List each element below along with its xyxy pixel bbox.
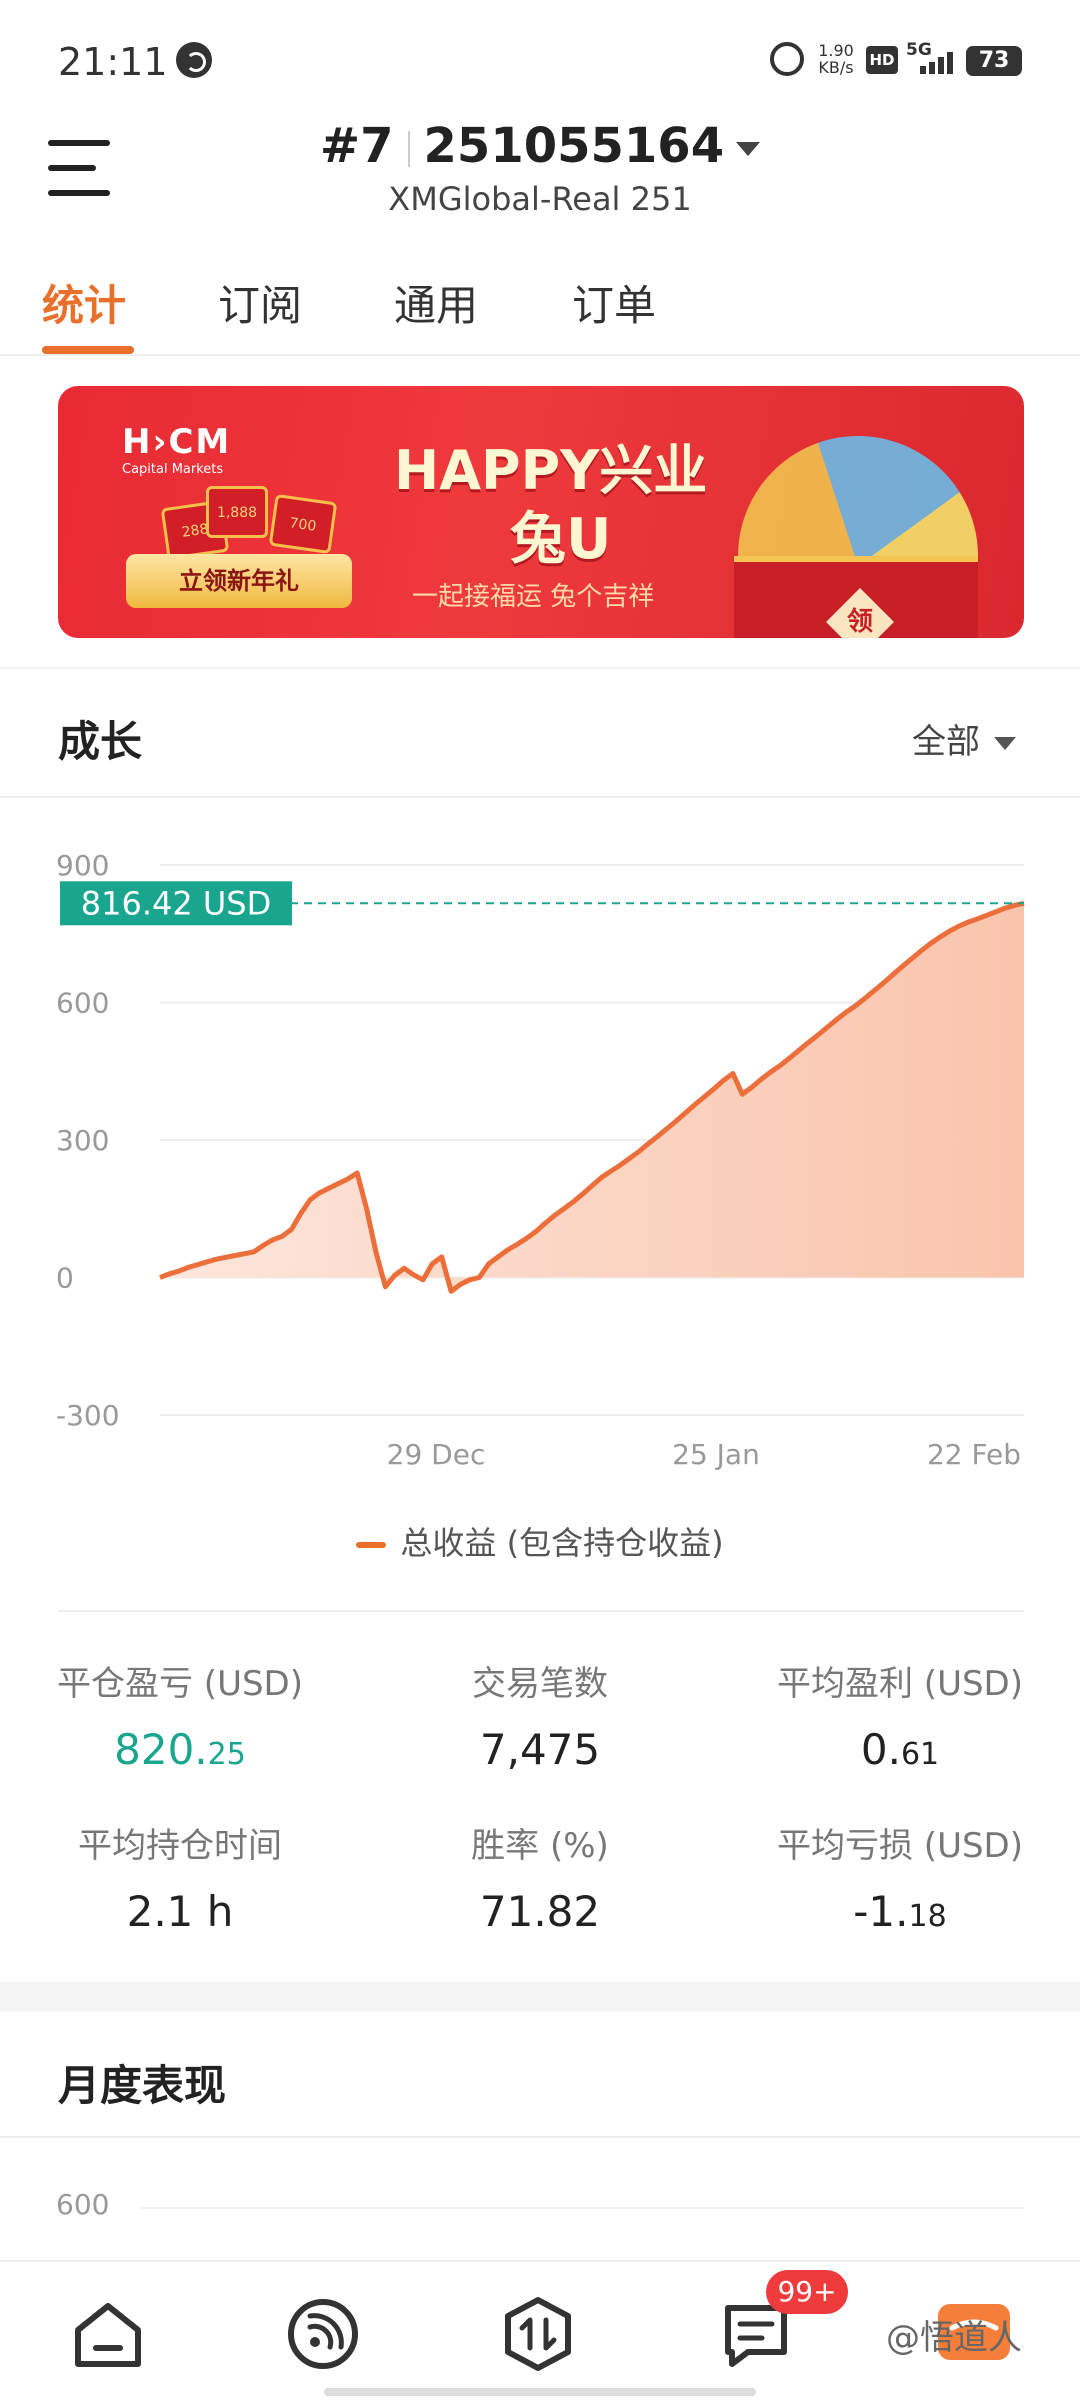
x-tick-label: 25 Jan [672, 1438, 760, 1471]
chart-legend: 总收益 (包含持仓收益) [0, 1518, 1080, 1564]
claim-gift-button[interactable]: 立领新年礼 [126, 554, 352, 608]
app-screen: 21:11 1.90 KB/s HD 5G 73 #7 251055164 XMG… [0, 0, 1080, 2400]
monthly-axis-label: 600 [56, 2188, 110, 2221]
monthly-title: 月度表现 [58, 2061, 227, 2110]
signal-icon [288, 2299, 358, 2369]
nav-signals[interactable] [283, 2294, 363, 2374]
legend-swatch [356, 1542, 387, 1548]
tab-statistics[interactable]: 统计 [42, 272, 126, 333]
rabbit-fan-illustration [738, 436, 978, 566]
caret-down-icon [736, 142, 761, 156]
growth-title: 成长 [58, 717, 143, 766]
stats-divider [58, 1610, 1024, 1612]
y-tick-label: -300 [56, 1399, 120, 1432]
growth-chart[interactable]: 900 600 300 0 -300 816.42 USD 29 Dec 25 Jan 22 F… [0, 820, 1080, 1500]
trade-icon [505, 2297, 571, 2371]
server-name: XMGlobal-Real 251 [388, 180, 692, 218]
stat-value: -1.18 [720, 1887, 1080, 1936]
promo-banner[interactable]: H›CM Capital Markets 288 1,888 700 立领新年礼… [58, 386, 1024, 638]
stat-value-decimal: 18 [908, 1899, 947, 1934]
battery-icon: 73 [966, 46, 1022, 76]
nav-trade[interactable] [498, 2294, 578, 2374]
stat-value-main: 71.82 [479, 1887, 601, 1936]
growth-filter-label: 全部 [912, 722, 980, 762]
y-tick-label: 300 [56, 1124, 109, 1157]
stat-value: 0.61 [720, 1725, 1080, 1774]
stat-label: 平仓盈亏 (USD) [57, 1664, 303, 1704]
growth-divider [0, 796, 1080, 798]
stat-value-decimal: 61 [900, 1737, 940, 1772]
home-icon [75, 2303, 141, 2367]
x-tick-label: 22 Feb [927, 1438, 1021, 1471]
watermark: @悟道人 [886, 2318, 1022, 2358]
active-tab-indicator [42, 346, 134, 354]
banner-logo-subtitle: Capital Markets [122, 462, 224, 477]
stat-value-main: 820. [114, 1725, 208, 1774]
growth-filter-dropdown[interactable]: 全部 [912, 714, 1016, 763]
y-tick-label: 0 [56, 1262, 74, 1295]
section-divider [0, 1982, 1080, 2012]
stat-avg-profit: 平均盈利 (USD) 0.61 [720, 1656, 1080, 1774]
monthly-divider [0, 2136, 1080, 2138]
account-number: 251055164 [423, 118, 725, 174]
section-divider [0, 666, 1080, 670]
stat-label: 胜率 (%) [471, 1826, 609, 1866]
stat-value-main: 2.1 h [126, 1887, 234, 1936]
y-tick-label: 900 [56, 849, 109, 882]
banner-logo: H›CM [122, 422, 232, 462]
stat-label: 平均持仓时间 [78, 1826, 282, 1866]
stat-value: 71.82 [360, 1887, 720, 1936]
red-envelope-icon: 1,888 [206, 486, 268, 538]
nav-home[interactable] [68, 2294, 148, 2374]
stat-label: 平均盈利 (USD) [777, 1664, 1023, 1704]
tab-orders[interactable]: 订单 [572, 272, 656, 333]
banner-title-line2: 兔U [510, 507, 612, 572]
cast-icon [176, 42, 212, 78]
account-separator [407, 131, 410, 167]
stat-value-decimal: 25 [207, 1737, 246, 1772]
stat-value: 2.1 h [0, 1887, 360, 1936]
hd-icon: HD [866, 46, 898, 74]
stat-value-main: 0. [860, 1725, 901, 1774]
stat-label: 交易笔数 [472, 1664, 608, 1704]
alarm-icon [770, 42, 804, 76]
stat-value: 7,475 [360, 1725, 720, 1774]
stat-label: 平均亏损 (USD) [777, 1826, 1023, 1866]
stat-trade-count: 交易笔数 7,475 [360, 1656, 720, 1774]
stat-avg-hold-time: 平均持仓时间 2.1 h [0, 1818, 360, 1936]
home-indicator[interactable] [324, 2388, 756, 2396]
network-speed: 1.90 KB/s [814, 42, 858, 76]
caret-down-icon [994, 737, 1016, 750]
tab-bar: 统计 订阅 通用 订单 [0, 262, 1080, 356]
banner-slogan: 一起接福运 兔个吉祥 [412, 582, 655, 612]
tab-subscribe[interactable]: 订阅 [218, 272, 302, 333]
legend-label: 总收益 (包含持仓收益) [400, 1524, 724, 1562]
stat-closed-pnl: 平仓盈亏 (USD) 820.25 [0, 1656, 360, 1774]
account-selector[interactable]: #7 251055164 [0, 118, 1080, 174]
signal-strength-icon [916, 52, 956, 74]
status-time: 21:11 [58, 40, 168, 84]
notification-badge: 99+ [766, 2270, 848, 2314]
current-value-label: 816.42 USD [81, 884, 272, 922]
stat-value: 820.25 [0, 1725, 360, 1774]
monthly-gridline [140, 2207, 1024, 2209]
tab-general[interactable]: 通用 [394, 272, 478, 333]
speed-unit: KB/s [818, 58, 854, 77]
stat-value-main: 7,475 [479, 1725, 601, 1774]
speed-value: 1.90 [818, 41, 854, 60]
stat-value-main: -1. [853, 1887, 909, 1936]
gift-box-label-text: 领 [846, 606, 874, 637]
stat-avg-loss: 平均亏损 (USD) -1.18 [720, 1818, 1080, 1936]
status-bar: 21:11 1.90 KB/s HD 5G 73 [0, 0, 1080, 120]
account-index: #7 [319, 118, 394, 174]
red-envelope-icon: 700 [268, 493, 338, 555]
y-tick-label: 600 [56, 987, 109, 1020]
x-tick-label: 29 Dec [387, 1438, 486, 1471]
growth-chart-svg: 900 600 300 0 -300 816.42 USD 29 Dec 25 Jan 22 F… [56, 849, 1025, 1471]
stat-win-rate: 胜率 (%) 71.82 [360, 1818, 720, 1936]
